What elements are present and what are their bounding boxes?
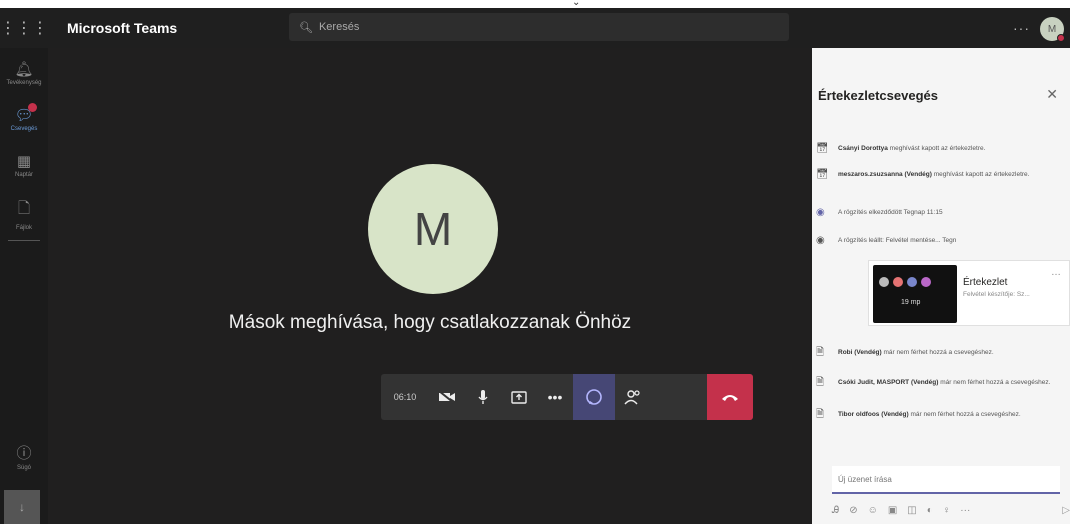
gif-icon[interactable]: ▣ [888,505,897,516]
avatar-initials: M [1047,23,1057,35]
event-text: A rögzítés leállt: Felvétel mentése... T… [838,237,957,244]
rail-item-label: Fájlok [15,225,32,231]
format-icon[interactable]: Ꭿ [832,505,839,516]
participants-icon[interactable] [615,374,651,420]
hang-up-button[interactable] [707,374,753,420]
more-options-icon[interactable]: ··· [1013,20,1030,36]
event-user: meszaros.zsuzsanna (Vendég) [838,171,932,178]
rail-item-label: Tevékenység [6,80,42,86]
call-control-bar: 06:10 ••• [381,374,753,420]
file-icon: 🗋 [17,200,31,217]
event-text: már nem férhet hozzá a csevegéshez. [940,379,1051,386]
chat-event: 📅︎ Csányi Dorottya meghívást kapott az é… [816,144,1060,154]
rail-item-label: Csevegés [10,126,38,132]
download-icon[interactable]: ↓ [4,490,40,524]
rail-item-calendar[interactable]: ▦ Naptár [0,152,48,178]
recording-subtitle: Felvétel készítője: Sz... [963,291,1030,298]
event-text: már nem férhet hozzá a csevegéshez. [883,349,994,356]
meeting-chat-panel: Értekezletcsevegés ✕ 📅︎ Csányi Dorottya … [812,48,1070,524]
more-actions-icon[interactable]: ••• [537,374,573,420]
chat-event: 🗎 Csóki Judit, MASPORT (Vendég) már nem … [816,378,1060,388]
chat-event: ◉ A rögzítés leállt: Felvétel mentése...… [816,236,1060,246]
status-badge [1057,34,1065,42]
notification-badge [28,103,37,112]
chat-event: 🗎 Tibor oldfoos (Vendég) már nem férhet … [816,410,1060,420]
recording-icon: ◉ [816,207,825,218]
sticker-icon[interactable]: ◫ [907,505,916,516]
help-icon: ⓘ [16,445,32,462]
microphone-icon[interactable] [465,374,501,420]
event-user: Tibor oldfoos (Vendég) [838,411,909,418]
message-compose-input[interactable]: Új üzenet írása [832,466,1060,494]
event-text: meghívást kapott az értekezletre. [933,171,1030,178]
rail-item-help[interactable]: ⓘ Súgó [0,442,48,471]
event-text: már nem férhet hozzá a csevegéshez. [910,411,1021,418]
send-icon[interactable]: ▷ [1062,505,1070,516]
app-launcher-icon[interactable]: ⋮⋮⋮ [0,8,48,48]
recording-duration: 19 mp [901,299,921,306]
more-options-icon[interactable]: … [1051,267,1061,278]
panel-title: Értekezletcsevegés [818,88,938,103]
event-user: Csóki Judit, MASPORT (Vendég) [838,379,939,386]
camera-off-icon[interactable] [429,374,465,420]
calendar-icon: ▦ [16,153,32,170]
recording-icon: ◉ [816,235,825,246]
call-timer: 06:10 [393,392,417,402]
rail-item-chat[interactable]: 💬︎ Csevegés [0,103,48,132]
share-screen-icon[interactable] [501,374,537,420]
invite-message: Mások meghívása, hogy csatlakozzanak Önh… [228,312,632,333]
rail-divider [8,240,40,241]
recording-title: Értekezlet [963,277,1008,288]
rail-item-label: Súgó [16,465,31,471]
rail-item-activity[interactable]: 🔔︎ Tevékenység [0,60,48,86]
user-left-icon: 🗎 [816,347,825,358]
recording-thumbnail[interactable]: 19 mp [873,265,957,323]
event-user: Csányi Dorottya [838,145,888,152]
chevron-down-icon[interactable]: ⌄ [572,0,580,8]
user-left-icon: 🗎 [816,409,825,420]
event-text: A rögzítés elkezdődött Tegnap 11:15 [838,209,943,216]
app-title: Microsoft Teams [67,20,178,36]
meeting-stage: M Mások meghívása, hogy csatlakozzanak Ö… [48,48,812,524]
event-text: meghívást kapott az értekezletre. [889,145,986,152]
search-placeholder: Keresés [318,21,360,33]
praise-icon[interactable]: ♀ [943,505,951,516]
participant-bubble [879,277,889,287]
recording-card[interactable]: 19 mp Értekezlet Felvétel készítője: Sz.… [868,260,1070,326]
participant-bubble [893,277,903,287]
search-icon: 🔍︎ [299,21,313,34]
close-icon[interactable]: ✕ [1046,86,1058,103]
meet-icon[interactable]: ◐ [927,505,933,516]
bell-icon: 🔔︎ [14,61,34,78]
attach-icon[interactable]: ⊘ [849,505,857,516]
avatar[interactable]: M [1040,17,1065,42]
title-bar: ⋮⋮⋮ Microsoft Teams 🔍︎ Keresés ··· M [0,8,1070,48]
rail-item-files[interactable]: 🗋 Fájlok [0,198,48,231]
compose-toolbar: Ꭿ ⊘ ☺ ▣ ◫ ◐ ♀ ··· ▷ [832,500,1070,520]
participant-avatar: M [368,164,498,294]
meeting-invite-icon: 📅︎ [816,169,829,180]
emoji-icon[interactable]: ☺ [868,505,878,516]
chat-icon: 💬︎ [14,107,34,124]
chat-event: ◉ A rögzítés elkezdődött Tegnap 11:15 [816,208,1060,218]
more-icon[interactable]: ··· [960,505,970,516]
participant-bubble [907,277,917,287]
event-user: Robi (Vendég) [838,349,882,356]
chat-event: 📅︎ meszaros.zsuzsanna (Vendég) meghívást… [816,170,1060,180]
window-top-strip: ⌄ [0,0,1070,8]
rail-item-label: Naptár [14,172,33,178]
participant-bubble [921,277,931,287]
chat-toggle-icon[interactable] [573,374,615,420]
left-app-rail: 🔔︎ Tevékenység 💬︎ Csevegés ▦ Naptár 🗋 Fá… [0,48,48,524]
meeting-invite-icon: 📅︎ [816,143,829,154]
chat-event: 🗎 Robi (Vendég) már nem férhet hozzá a c… [816,348,1060,358]
search-input[interactable]: 🔍︎ Keresés [289,13,789,41]
user-left-icon: 🗎 [816,377,825,388]
